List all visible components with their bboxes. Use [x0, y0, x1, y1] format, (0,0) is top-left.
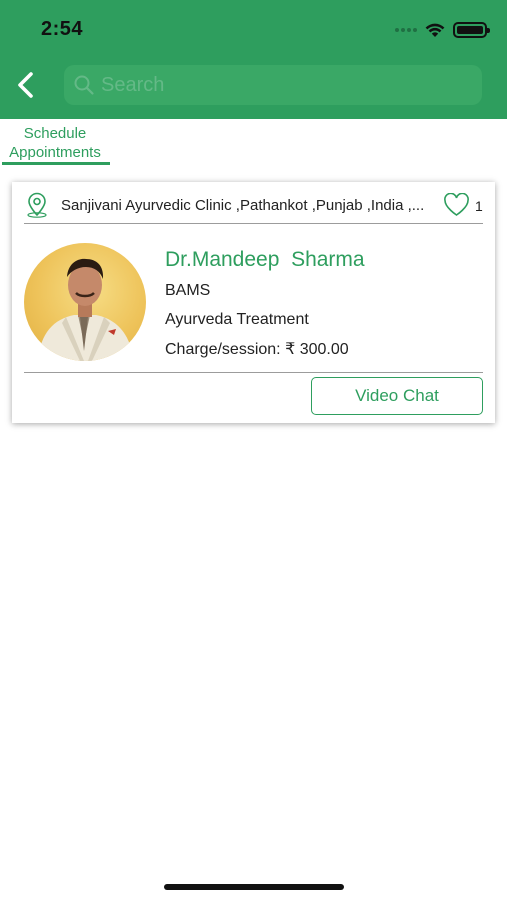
doctor-name[interactable]: Dr.Mandeep Sharma — [165, 248, 365, 272]
back-button[interactable] — [10, 68, 40, 102]
tab-schedule-appointments[interactable]: Schedule Appointments — [0, 124, 110, 162]
chevron-left-icon — [18, 72, 33, 98]
status-time: 2:54 — [41, 18, 84, 40]
search-input[interactable] — [101, 73, 461, 97]
wifi-icon — [425, 23, 445, 37]
doctor-photo — [38, 258, 134, 361]
search-bar[interactable] — [64, 65, 482, 105]
app-header: 2:54 — [0, 0, 507, 119]
home-indicator[interactable] — [164, 884, 344, 890]
session-charge: Charge/session: ₹ 300.00 — [165, 341, 349, 358]
location-pin-icon — [27, 192, 47, 218]
divider — [24, 372, 483, 373]
clinic-address: Sanjivani Ayurvedic Clinic ,Pathankot ,P… — [61, 197, 425, 214]
video-chat-button[interactable]: Video Chat — [311, 377, 483, 415]
doctor-card[interactable]: Sanjivani Ayurvedic Clinic ,Pathankot ,P… — [12, 182, 495, 423]
signal-icon — [395, 28, 417, 32]
status-icons — [395, 20, 490, 40]
divider — [24, 223, 483, 224]
doctor-degree: BAMS — [165, 282, 211, 299]
doctor-avatar — [24, 243, 146, 361]
battery-icon — [453, 22, 490, 38]
search-icon — [74, 75, 94, 95]
like-count: 1 — [475, 198, 483, 214]
clinic-location-row: Sanjivani Ayurvedic Clinic ,Pathankot ,P… — [12, 182, 495, 224]
heart-icon[interactable] — [443, 193, 470, 217]
tab-active-indicator — [2, 162, 110, 165]
tab-label: Schedule Appointments — [9, 125, 101, 161]
doctor-specialty: Ayurveda Treatment — [165, 311, 309, 328]
